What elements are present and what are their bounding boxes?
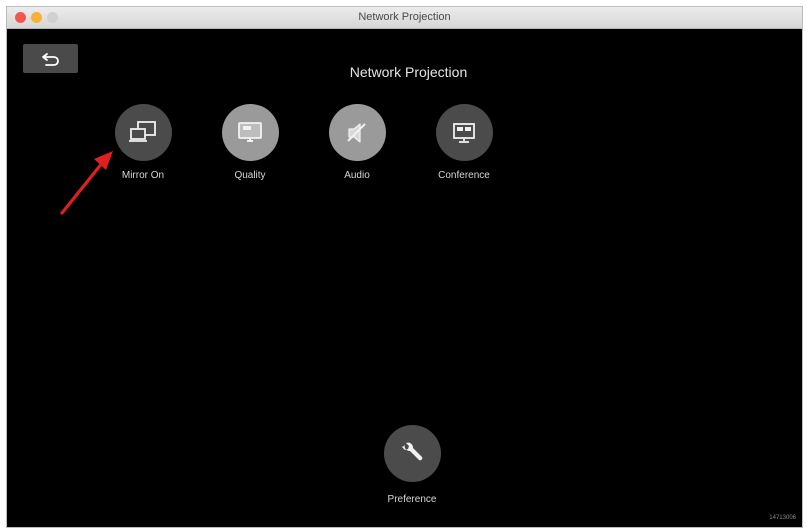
mirror-on-button[interactable]: Mirror On [93, 104, 193, 181]
wrench-icon [402, 442, 423, 460]
conference-circle [435, 104, 493, 161]
quality-label: Quality [234, 170, 266, 181]
document-code: 14713006 [769, 515, 796, 521]
preference-label: Preference [387, 494, 437, 505]
title-bar: Network Projection [7, 7, 802, 29]
conference-screen-icon [453, 122, 475, 143]
mirror-on-label: Mirror On [121, 170, 165, 181]
preference-circle [383, 425, 441, 482]
page-title: Network Projection [349, 64, 468, 80]
preference-button[interactable]: Preference [362, 425, 462, 505]
audio-button[interactable]: Audio [307, 104, 407, 181]
conference-button[interactable]: Conference [414, 104, 514, 181]
quality-button[interactable]: Quality [200, 104, 300, 181]
audio-label: Audio [344, 170, 370, 181]
mirror-on-circle [114, 104, 172, 161]
quality-circle [221, 104, 279, 161]
audio-speaker-icon [347, 122, 366, 143]
conference-label: Conference [438, 170, 490, 181]
audio-circle [328, 104, 386, 161]
mirror-screens-icon [129, 120, 156, 142]
window-title: Network Projection [358, 11, 451, 23]
app-window: Network Projection Network Projection Mi… [6, 6, 803, 528]
quality-monitor-icon [238, 121, 262, 142]
